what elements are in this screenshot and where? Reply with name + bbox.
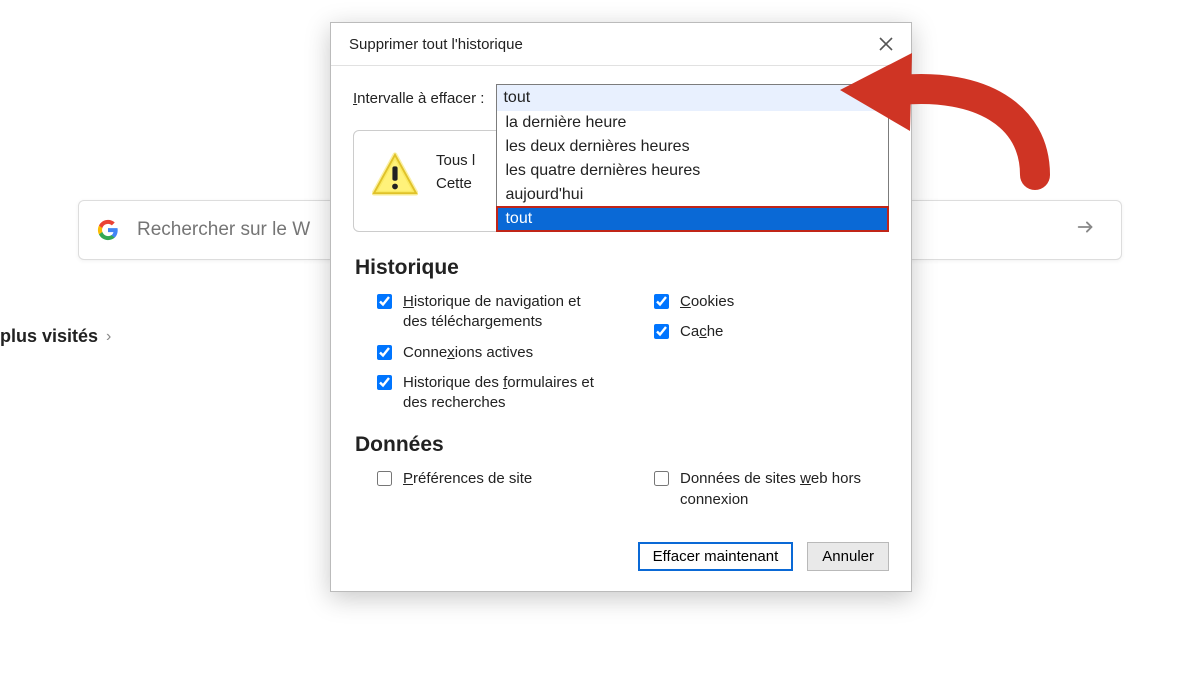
check-active-connections-box[interactable]	[377, 345, 392, 360]
warning-icon	[372, 151, 418, 201]
check-active-connections[interactable]: Connexions actives	[373, 343, 603, 363]
interval-option[interactable]: les quatre dernières heures	[497, 159, 888, 183]
google-icon	[97, 219, 119, 241]
interval-option[interactable]: aujourd'hui	[497, 183, 888, 207]
search-go-icon[interactable]	[1069, 212, 1103, 248]
interval-select[interactable]: tout	[496, 84, 889, 112]
check-cache-box[interactable]	[654, 324, 669, 339]
most-visited-label: plus visités	[0, 326, 98, 347]
section-history: Historique	[355, 256, 887, 280]
interval-dropdown: la dernière heure les deux dernières heu…	[496, 111, 889, 232]
check-browsing-history[interactable]: Historique de navigation et des téléchar…	[373, 292, 603, 333]
clear-history-dialog: Supprimer tout l'historique Intervalle à…	[330, 22, 912, 592]
dialog-titlebar: Supprimer tout l'historique	[331, 23, 911, 66]
check-cookies-box[interactable]	[654, 294, 669, 309]
dialog-title: Supprimer tout l'historique	[349, 36, 523, 53]
check-browsing-history-box[interactable]	[377, 294, 392, 309]
most-visited-link[interactable]: plus visités ›	[0, 326, 111, 347]
check-site-prefs-box[interactable]	[377, 471, 392, 486]
check-offline-data[interactable]: Données de sites web hors connexion	[650, 469, 880, 510]
interval-option-selected[interactable]: tout	[497, 207, 888, 231]
cancel-button[interactable]: Annuler	[807, 542, 889, 571]
close-icon	[879, 37, 893, 51]
check-form-history-box[interactable]	[377, 375, 392, 390]
interval-label: Intervalle à effacer :	[353, 90, 484, 107]
check-form-history[interactable]: Historique des formulaires et des recher…	[373, 373, 603, 414]
interval-option[interactable]: les deux dernières heures	[497, 135, 888, 159]
check-site-prefs[interactable]: Préférences de site	[373, 469, 603, 489]
close-button[interactable]	[875, 33, 897, 55]
interval-option[interactable]: la dernière heure	[497, 111, 888, 135]
check-cookies[interactable]: Cookies	[650, 292, 880, 312]
check-offline-data-box[interactable]	[654, 471, 669, 486]
interval-select-value: tout	[503, 89, 530, 107]
check-cache[interactable]: Cache	[650, 322, 880, 342]
section-data: Données	[355, 433, 887, 457]
clear-now-button[interactable]: Effacer maintenant	[638, 542, 794, 571]
warning-text: Tous l Cette	[436, 149, 475, 196]
chevron-right-icon: ›	[106, 328, 111, 346]
